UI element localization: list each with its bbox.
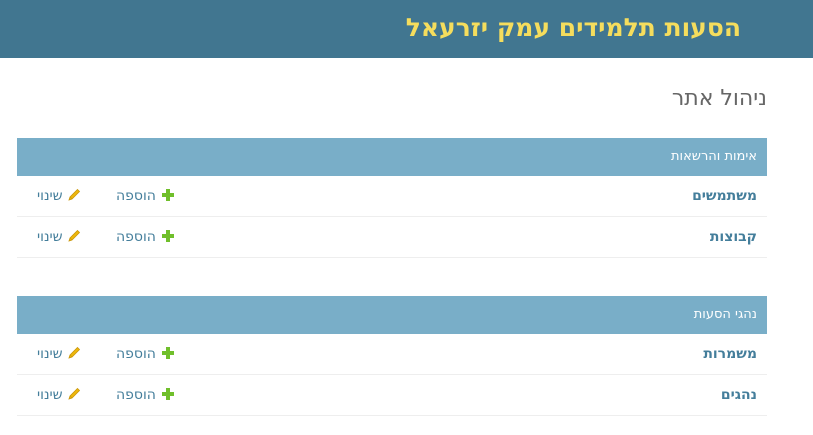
model-link-shifts[interactable]: משמרות [703,334,757,374]
change-groups-button[interactable]: שינוי [37,217,81,257]
table-row: משתמשים הוספה שינוי [17,176,767,217]
change-label: שינוי [37,229,63,245]
model-link-drivers[interactable]: נהגים [721,375,757,415]
change-label: שינוי [37,188,63,204]
pencil-icon [67,346,80,359]
add-label: הוספה [116,188,156,204]
plus-icon [161,189,174,201]
pencil-icon [67,387,80,400]
change-users-button[interactable]: שינוי [37,176,81,216]
add-groups-button[interactable]: הוספה [116,217,174,257]
site-header: הסעות תלמידים עמק יזרעאל [0,0,813,58]
pencil-icon [67,188,80,201]
add-users-button[interactable]: הוספה [116,176,174,216]
model-link-users[interactable]: משתמשים [692,176,757,216]
module-drivers: נהגי הסעות משמרות הוספה שינוי נהגים הוספ… [17,296,767,416]
site-title[interactable]: הסעות תלמידים עמק יזרעאל [406,11,741,45]
table-row: קבוצות הוספה שינוי [17,217,767,258]
module-caption[interactable]: נהגי הסעות [17,296,767,334]
module-auth: אימות והרשאות משתמשים הוספה שינוי קבוצות… [17,138,767,258]
plus-icon [161,230,174,242]
plus-icon [161,347,174,359]
pencil-icon [67,229,80,242]
add-drivers-button[interactable]: הוספה [116,375,174,415]
model-link-groups[interactable]: קבוצות [710,217,757,257]
page-title: ניהול אתר [671,86,767,111]
add-label: הוספה [116,346,156,362]
table-row: נהגים הוספה שינוי [17,375,767,416]
change-label: שינוי [37,387,63,403]
module-caption[interactable]: אימות והרשאות [17,138,767,176]
change-label: שינוי [37,346,63,362]
add-label: הוספה [116,229,156,245]
add-shifts-button[interactable]: הוספה [116,334,174,374]
add-label: הוספה [116,387,156,403]
table-row: משמרות הוספה שינוי [17,334,767,375]
plus-icon [161,388,174,400]
change-shifts-button[interactable]: שינוי [37,334,81,374]
change-drivers-button[interactable]: שינוי [37,375,81,415]
